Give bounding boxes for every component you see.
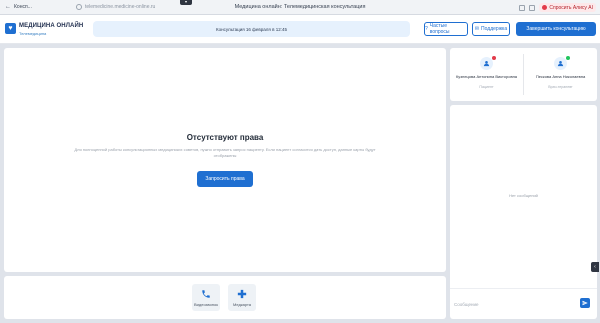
chat-panel: Нет сообщений [450, 105, 597, 319]
user-avatar-icon [554, 57, 567, 70]
brand-title: МЕДИЦИНА ОНЛАЙН [19, 23, 84, 29]
phone-icon [202, 289, 210, 298]
support-chat-icon: ✉ [474, 26, 480, 32]
video-call-button[interactable]: Видеозвонок [192, 284, 220, 311]
browser-tab-title[interactable]: Консп... [14, 4, 40, 10]
ask-assistant-button[interactable]: Спросить Алису AI [539, 3, 596, 12]
browser-actions: Спросить Алису AI [519, 3, 596, 12]
back-arrow-icon[interactable]: ← [4, 4, 12, 10]
medical-cross-icon [237, 289, 247, 298]
question-icon: ? [425, 26, 428, 32]
participant-doctor: Пескова Анна Николаевна Врач-терапевт [524, 48, 597, 101]
status-dot [566, 56, 570, 60]
app-header: ♥ МЕДИЦИНА ОНЛАЙН Телемедицина Консульта… [0, 15, 600, 44]
support-button[interactable]: ✉ Поддержка [472, 22, 510, 36]
no-permission-title: Отсутствуют права [186, 133, 264, 142]
video-panel: Отсутствуют права Для полноценной работы… [4, 48, 446, 272]
chevron-down-icon[interactable]: ▾ [180, 0, 192, 5]
browser-toolbar: ← Консп... telemedicine.medicine-online.… [0, 0, 600, 15]
heart-logo-icon: ♥ [5, 23, 16, 34]
chat-empty-state: Нет сообщений [509, 193, 538, 198]
user-avatar-icon [480, 57, 493, 70]
participant-role: Врач-терапевт [548, 85, 573, 89]
send-icon [582, 300, 588, 306]
consultation-info: Консультация 16 февраля в 12:45 [93, 21, 410, 37]
controls-panel: Видеозвонок Медкарта [4, 276, 446, 319]
chat-message-input[interactable] [454, 298, 572, 310]
participants-panel: Кузнецова Антонина Викторовна Пациент Пе… [450, 48, 597, 101]
site-info-icon[interactable] [76, 4, 82, 10]
video-call-label: Видеозвонок [194, 301, 218, 307]
no-permission-description: Для полноценной работы консультационных … [74, 147, 376, 158]
bookmark-icon[interactable] [529, 4, 536, 11]
send-message-button[interactable] [580, 298, 590, 308]
participant-role: Пациент [479, 85, 494, 89]
participant-patient: Кузнецова Антонина Викторовна Пациент [450, 48, 523, 101]
address-bar[interactable]: telemedicine.medicine-online.ru [85, 4, 195, 10]
status-dot [492, 56, 496, 60]
participant-name: Кузнецова Антонина Викторовна [455, 74, 518, 79]
support-label: Поддержка [481, 26, 508, 32]
finish-consultation-button[interactable]: Завершить консультацию [516, 22, 596, 36]
ask-assistant-label: Спросить Алису AI [549, 4, 593, 11]
medical-card-button[interactable]: Медкарта [228, 284, 256, 311]
medical-card-label: Медкарта [232, 301, 252, 307]
participant-name: Пескова Анна Николаевна [535, 74, 586, 79]
brand-subtitle: Телемедицина [19, 31, 47, 36]
faq-button[interactable]: ? Частые вопросы [424, 22, 468, 36]
request-permissions-button[interactable]: Запросить права [197, 171, 253, 187]
finish-label: Завершить консультацию [526, 26, 586, 32]
assistant-logo-icon [542, 5, 548, 10]
chevron-left-icon[interactable]: ‹ [591, 262, 599, 272]
chat-input-row [450, 288, 597, 319]
extension-icon[interactable] [519, 4, 526, 11]
faq-label: Частые вопросы [429, 23, 450, 35]
